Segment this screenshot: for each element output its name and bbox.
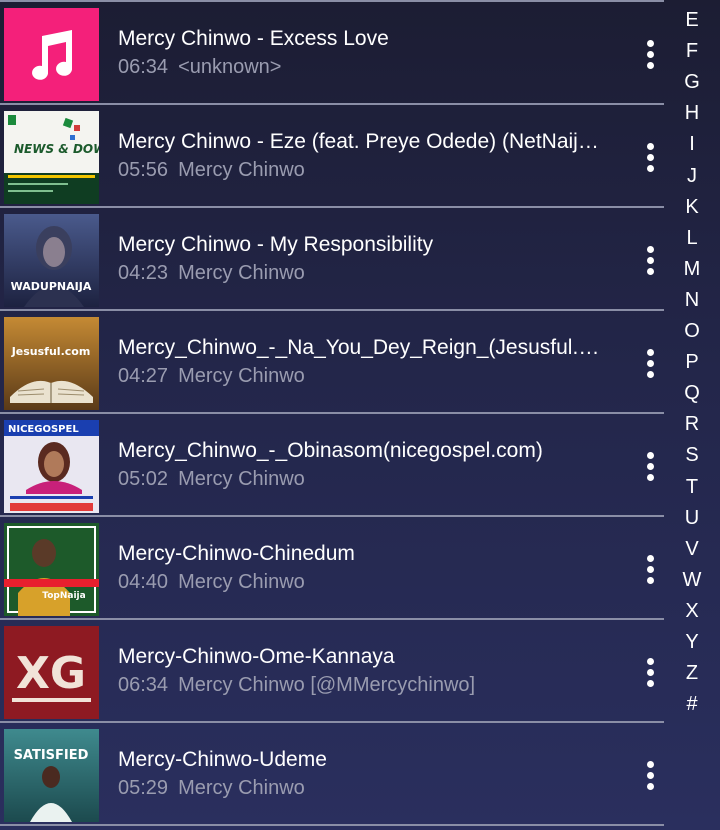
song-row[interactable]: WADUPNAIJA Mercy Chinwo - My Responsibil… — [0, 208, 664, 311]
alphabet-letter[interactable]: E — [664, 9, 720, 32]
song-row[interactable]: TopNaija Mercy-Chinwo-Chinedum 04:40 Merc… — [0, 517, 664, 620]
song-title: Mercy Chinwo - Eze (feat. Preye Odede) (… — [118, 130, 608, 153]
song-row[interactable]: XG Mercy-Chinwo-Ome-Kannaya 06:34 Mercy C… — [0, 620, 664, 723]
more-options-icon[interactable] — [636, 36, 666, 72]
song-meta: 05:56 Mercy Chinwo — [118, 159, 608, 182]
cover-text: NICEGOSPEL — [8, 424, 79, 435]
album-art: Jesusful.com — [4, 317, 99, 410]
alphabet-letter[interactable]: J — [664, 165, 720, 188]
music-note-icon — [4, 8, 99, 101]
album-art: TopNaija — [4, 523, 99, 616]
alphabet-letter[interactable]: G — [664, 71, 720, 94]
cover-text: XG — [16, 648, 86, 699]
song-artist: <unknown> — [178, 56, 282, 78]
alphabet-index[interactable]: E F G H I J K L M N O P Q R S T U V W X Y Z # — [664, 0, 720, 830]
song-row[interactable]: SATISFIED Mercy-Chinwo-Udeme 05:29 Mercy … — [0, 723, 664, 826]
song-title: Mercy-Chinwo-Chinedum — [118, 542, 355, 565]
cover-text: Jesusful.com — [11, 345, 91, 358]
alphabet-letter[interactable]: V — [664, 538, 720, 561]
song-duration: 05:29 — [118, 777, 169, 799]
jesusful-cover: Jesusful.com — [4, 317, 99, 410]
song-title: Mercy_Chinwo_-_Na_You_Dey_Reign_(Jesusfu… — [118, 336, 608, 359]
alphabet-letter[interactable]: X — [664, 600, 720, 623]
song-title: Mercy Chinwo - Excess Love — [118, 27, 389, 50]
album-art: NEWS & DOWNLOADS — [4, 111, 99, 204]
alphabet-letter[interactable]: S — [664, 444, 720, 467]
song-artist: Mercy Chinwo — [178, 777, 305, 799]
more-options-icon[interactable] — [636, 654, 666, 690]
song-row[interactable]: NICEGOSPEL Mercy_Chinwo_-_Obinasom(niceg… — [0, 414, 664, 517]
song-artist: Mercy Chinwo — [178, 262, 305, 284]
cover-text: NEWS & DOWNLOADS — [14, 142, 99, 156]
song-duration: 04:40 — [118, 571, 169, 593]
song-artist: Mercy Chinwo [@MMercychinwo] — [178, 674, 476, 696]
song-duration: 05:02 — [118, 468, 169, 490]
song-meta: 04:40 Mercy Chinwo — [118, 571, 608, 594]
more-options-icon[interactable] — [636, 242, 666, 278]
more-options-icon[interactable] — [636, 345, 666, 381]
song-meta: 04:27 Mercy Chinwo — [118, 365, 608, 388]
song-artist: Mercy Chinwo — [178, 159, 305, 181]
song-duration: 06:34 — [118, 56, 169, 78]
song-row[interactable]: Jesusful.com Mercy_Chinwo_-_Na_You_Dey_R… — [0, 311, 664, 414]
song-title: Mercy-Chinwo-Udeme — [118, 748, 327, 771]
alphabet-letter[interactable]: M — [664, 258, 720, 281]
alphabet-letter[interactable]: W — [664, 569, 720, 592]
nicegospel-cover: NICEGOSPEL — [4, 420, 99, 513]
alphabet-letter[interactable]: # — [664, 693, 720, 716]
album-art: XG — [4, 626, 99, 719]
song-row[interactable]: NEWS & DOWNLOADS Mercy Chinwo - Eze (fea… — [0, 105, 664, 208]
song-duration: 04:27 — [118, 365, 169, 387]
cover-text: WADUPNAIJA — [11, 280, 92, 293]
song-artist: Mercy Chinwo — [178, 571, 305, 593]
more-options-icon[interactable] — [636, 139, 666, 175]
cover-text: SATISFIED — [14, 748, 89, 763]
alphabet-letter[interactable]: K — [664, 196, 720, 219]
alphabet-letter[interactable]: U — [664, 507, 720, 530]
satisfied-cover: SATISFIED — [4, 729, 99, 822]
album-art: NICEGOSPEL — [4, 420, 99, 513]
alphabet-letter[interactable]: O — [664, 320, 720, 343]
alphabet-letter[interactable]: R — [664, 413, 720, 436]
alphabet-letter[interactable]: N — [664, 289, 720, 312]
more-options-icon[interactable] — [636, 757, 666, 793]
song-title: Mercy_Chinwo_-_Obinasom(nicegospel.com) — [118, 439, 543, 462]
more-options-icon[interactable] — [636, 448, 666, 484]
song-meta: 05:29 Mercy Chinwo — [118, 777, 608, 800]
news-downloads-cover: NEWS & DOWNLOADS — [4, 111, 99, 204]
alphabet-letter[interactable]: Y — [664, 631, 720, 654]
song-artist: Mercy Chinwo — [178, 365, 305, 387]
alphabet-letter[interactable]: L — [664, 227, 720, 250]
song-meta: 04:23 Mercy Chinwo — [118, 262, 608, 285]
album-art: WADUPNAIJA — [4, 214, 99, 307]
topnaija-cover: TopNaija — [4, 523, 99, 616]
song-row[interactable]: Mercy Chinwo - Excess Love 06:34 <unknown… — [0, 2, 664, 105]
song-duration: 05:56 — [118, 159, 169, 181]
album-art — [4, 8, 99, 101]
alphabet-letter[interactable]: Q — [664, 382, 720, 405]
cover-text: TopNaija — [42, 591, 85, 601]
song-list: Mercy Chinwo - Excess Love 06:34 <unknown… — [0, 0, 664, 830]
song-title: Mercy Chinwo - My Responsibility — [118, 233, 434, 256]
wadupnaija-cover: WADUPNAIJA — [4, 214, 99, 307]
alphabet-letter[interactable]: F — [664, 40, 720, 63]
song-meta: 06:34 Mercy Chinwo [@MMercychinwo] — [118, 674, 608, 697]
song-artist: Mercy Chinwo — [178, 468, 305, 490]
alphabet-letter[interactable]: Z — [664, 662, 720, 685]
alphabet-letter[interactable]: H — [664, 102, 720, 125]
alphabet-letter[interactable]: T — [664, 476, 720, 499]
song-title: Mercy-Chinwo-Ome-Kannaya — [118, 645, 395, 668]
more-options-icon[interactable] — [636, 551, 666, 587]
song-meta: 05:02 Mercy Chinwo — [118, 468, 608, 491]
xclusivegospel-cover: XG — [4, 626, 99, 719]
song-duration: 04:23 — [118, 262, 169, 284]
song-meta: 06:34 <unknown> — [118, 56, 608, 79]
song-duration: 06:34 — [118, 674, 169, 696]
alphabet-letter[interactable]: P — [664, 351, 720, 374]
album-art: SATISFIED — [4, 729, 99, 822]
alphabet-letter[interactable]: I — [664, 133, 720, 156]
